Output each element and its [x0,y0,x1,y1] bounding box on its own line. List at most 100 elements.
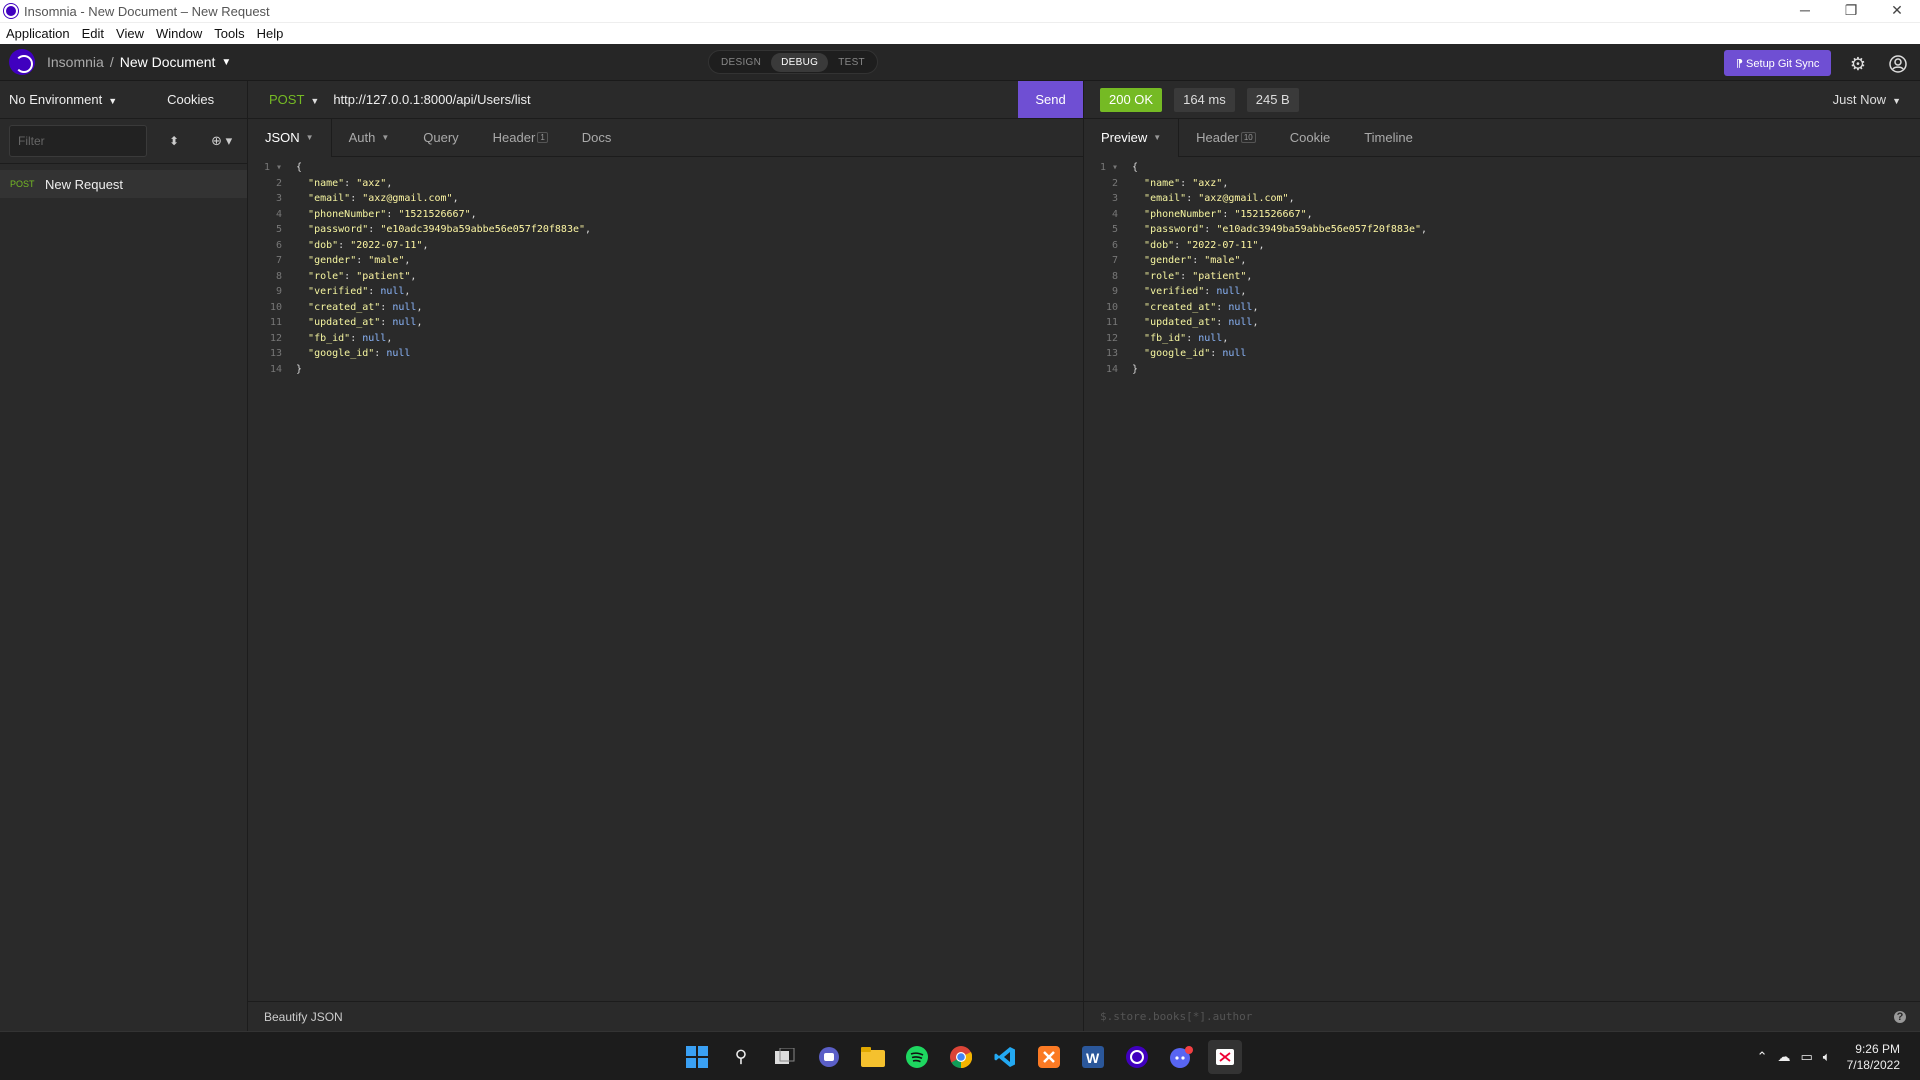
response-footer: $.store.books[*].author ? [1084,1001,1920,1031]
vscode-icon[interactable] [988,1040,1022,1074]
clock-date: 7/18/2022 [1846,1058,1900,1072]
menu-application[interactable]: Application [0,26,76,41]
gear-icon[interactable]: ⚙ [1846,52,1870,76]
onedrive-cloud-icon[interactable]: ☁ [1778,1049,1791,1065]
code-text: "role": "patient", [308,270,417,282]
line-number: 13 [269,348,282,360]
line-number: 2 [275,177,282,189]
line-number: 8 [1111,270,1118,282]
response-filter-input[interactable]: $.store.books[*].author [1100,1010,1252,1023]
tab-preview-label: Preview [1101,130,1148,145]
method-dropdown[interactable]: POST ▼ [269,92,319,107]
task-view-icon[interactable] [768,1040,802,1074]
menu-help[interactable]: Help [251,26,290,41]
minimize-icon[interactable]: ─ [1782,0,1828,22]
tab-auth[interactable]: Auth ▼ [332,119,407,157]
request-list-item[interactable]: POST New Request [0,170,247,198]
environment-dropdown[interactable]: No Environment ▼ [9,92,117,107]
code-text: "phoneNumber": "1521526667", [308,208,477,220]
filter-input[interactable]: Filter [9,125,147,157]
line-number: 4 [275,208,282,220]
file-explorer-icon[interactable] [856,1040,890,1074]
request-body-line: 6 "dob": "2022-07-11", [248,238,1083,254]
line-number: 12 [1105,332,1118,344]
environment-label: No Environment [9,92,103,107]
request-body-line: 8 "role": "patient", [248,269,1083,285]
help-icon[interactable]: ? [1894,1010,1906,1023]
search-icon[interactable]: ⚲ [724,1040,758,1074]
mode-design-tab[interactable]: DESIGN [711,53,771,72]
chevron-up-icon[interactable]: ⌃ [1757,1049,1768,1065]
code-text: "created_at": null, [308,301,423,313]
tab-query[interactable]: Query [406,119,475,157]
line-number: 10 [1105,301,1118,313]
code-text: "verified": null, [1144,286,1247,298]
menu-edit[interactable]: Edit [76,26,110,41]
line-number: 14 [1105,363,1118,375]
discord-icon[interactable] [1164,1040,1198,1074]
tab-preview[interactable]: Preview ▼ [1084,118,1180,157]
breadcrumb-document[interactable]: New Document [120,54,216,70]
setup-git-sync-button[interactable]: ⁋ Setup Git Sync [1724,50,1832,76]
insomnia-app-icon[interactable] [1120,1040,1154,1074]
line-number: 5 [275,224,282,236]
beautify-json-button[interactable]: Beautify JSON [264,1010,343,1024]
word-icon[interactable]: W [1076,1040,1110,1074]
code-text: "verified": null, [308,286,411,298]
close-icon[interactable]: ✕ [1874,0,1920,22]
tab-timeline[interactable]: Timeline [1347,119,1430,157]
request-body-line: 2 "name": "axz", [248,176,1083,192]
code-text: "fb_id": null, [308,332,393,344]
windows-start-icon[interactable] [680,1040,714,1074]
spotify-icon[interactable] [900,1040,934,1074]
line-number: 9 [1111,286,1118,298]
sidebar-top: No Environment ▼ Cookies [0,81,247,119]
tab-docs[interactable]: Docs [565,119,629,157]
snipping-tool-icon[interactable] [1208,1040,1242,1074]
response-body-line: 9 "verified": null, [1084,284,1920,300]
menu-tools[interactable]: Tools [208,26,250,41]
cookies-button[interactable]: Cookies [167,92,214,107]
method-label: POST [269,92,305,107]
volume-icon[interactable]: 🔈︎ [1823,1049,1831,1065]
teams-chat-icon[interactable] [812,1040,846,1074]
status-code-badge: 200 OK [1100,87,1163,112]
mode-test-tab[interactable]: TEST [828,53,875,72]
chrome-icon[interactable] [944,1040,978,1074]
response-body-line: 2 "name": "axz", [1084,176,1920,192]
response-history-dropdown[interactable]: Just Now ▼ [1833,92,1901,107]
user-icon[interactable] [1886,52,1910,76]
sort-icon[interactable]: ⬍ [169,134,179,148]
tab-header[interactable]: Header 1 [476,119,565,157]
line-number: 6 [275,239,282,251]
breadcrumb-workspace[interactable]: Insomnia [47,54,104,70]
response-body-viewer[interactable]: 1 ▾{2 "name": "axz", 3 "email": "axz@gmai… [1084,157,1920,377]
url-input[interactable]: http://127.0.0.1:8000/api/Users/list [333,92,530,107]
mode-debug-tab[interactable]: DEBUG [771,52,829,72]
code-text: } [1132,363,1139,375]
tab-cookie[interactable]: Cookie [1273,119,1347,157]
sidebar-filter-row: Filter ⬍ ⊕ ▾ [0,119,247,164]
menu-view[interactable]: View [110,26,150,41]
line-number: 14 [269,363,282,375]
caret-down-icon: ▼ [381,133,390,142]
insomnia-logo-icon[interactable] [9,49,35,75]
response-body-line: 7 "gender": "male", [1084,253,1920,269]
response-size-badge: 245 B [1246,87,1299,112]
request-body-editor[interactable]: 1 ▾{2 "name": "axz", 3 "email": "axz@gmai… [248,157,1083,377]
caret-down-icon[interactable]: ▼ [221,57,231,68]
tab-json[interactable]: JSON ▼ [248,118,332,157]
response-body-line: 4 "phoneNumber": "1521526667", [1084,207,1920,223]
tab-response-header[interactable]: Header 10 [1179,119,1273,157]
restore-icon[interactable]: ❐ [1828,0,1874,22]
caret-down-icon: ▼ [305,133,314,142]
add-request-icon[interactable]: ⊕ ▾ [211,133,232,149]
menu-window[interactable]: Window [150,26,208,41]
network-icon[interactable]: ▭ [1801,1049,1813,1065]
clock[interactable]: 9:26 PM 7/18/2022 [1847,1041,1900,1073]
response-body-line: 1 ▾ { [1084,160,1920,176]
code-text: "dob": "2022-07-11", [1144,239,1265,251]
xampp-icon[interactable] [1032,1040,1066,1074]
send-button[interactable]: Send [1018,81,1083,118]
svg-text:W: W [1086,1050,1100,1066]
